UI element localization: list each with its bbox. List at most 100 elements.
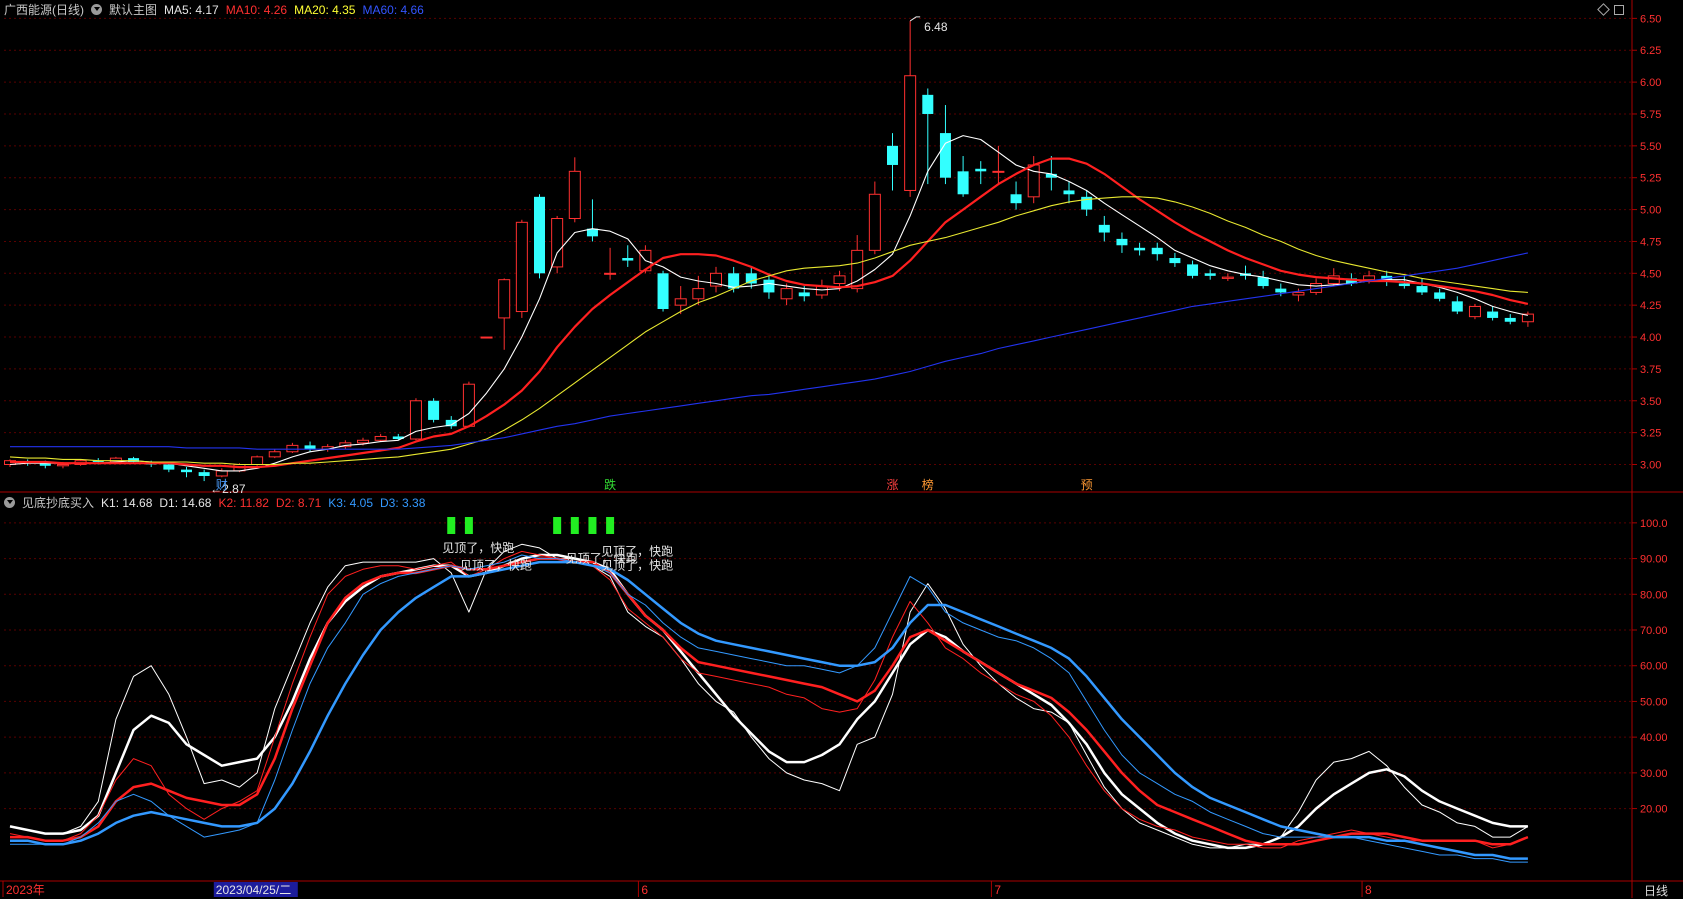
candle-body xyxy=(268,451,281,458)
candle-body xyxy=(1169,258,1181,264)
indicator-tick-label: 90.00 xyxy=(1640,554,1668,566)
event-marker: 榜 xyxy=(922,477,934,492)
period-button[interactable]: 日线 xyxy=(1644,882,1668,899)
indicator-dropdown-icon[interactable] xyxy=(4,497,15,508)
price-tick-label: 4.75 xyxy=(1640,236,1661,248)
candle xyxy=(1081,190,1093,216)
date-highlight-label: 2023/04/25/二 xyxy=(216,883,291,897)
stock-chart[interactable]: 6.50 6.25 6.00 5.75 5.50 5.25 5.00 4.75 4.50 4.25… xyxy=(0,0,1683,898)
stock-title[interactable]: 广西能源(日线) xyxy=(4,1,84,18)
indicator-line-k2 xyxy=(9,550,1529,849)
candle-body xyxy=(1416,286,1428,293)
candle-body xyxy=(674,298,687,306)
candle-body xyxy=(568,170,581,219)
sell-signal-bar xyxy=(588,517,597,534)
price-tick-label: 3.00 xyxy=(1640,460,1661,472)
d2-value: D2: 8.71 xyxy=(275,495,322,510)
indicator-tick-label: 70.00 xyxy=(1640,625,1668,637)
ma10-value: MA10: 4.26 xyxy=(225,2,288,17)
candle-body xyxy=(1292,291,1305,296)
candle xyxy=(1521,311,1534,327)
indicator-tick-label: 20.00 xyxy=(1640,804,1668,816)
ma5-value: MA5: 4.17 xyxy=(164,2,219,17)
price-tick-label: 6.50 xyxy=(1640,13,1661,25)
indicator-tick-label: 60.00 xyxy=(1640,661,1668,673)
indicator-tick-label: 80.00 xyxy=(1640,589,1668,601)
candle xyxy=(286,442,299,454)
candle xyxy=(1204,269,1216,280)
candle-body xyxy=(833,275,846,285)
sell-signal-bar xyxy=(464,517,473,534)
candle xyxy=(1487,306,1499,321)
price-tick-label: 3.50 xyxy=(1640,396,1661,408)
candle xyxy=(568,157,581,223)
candle-body xyxy=(868,193,881,251)
candle-body xyxy=(798,292,810,297)
candle xyxy=(480,336,493,339)
ma-line-ma10 xyxy=(10,157,1529,469)
price-tick-label: 5.75 xyxy=(1640,109,1661,121)
candle-body xyxy=(975,168,987,172)
ma20-value: MA20: 4.35 xyxy=(294,2,356,17)
high-price-pointer xyxy=(909,16,921,22)
d3-value: D3: 3.38 xyxy=(380,495,426,510)
sell-signal-bar xyxy=(553,517,562,534)
indicator-tick-label: 30.00 xyxy=(1640,768,1668,780)
sell-signal-bar xyxy=(447,517,456,534)
candle xyxy=(1240,265,1251,280)
candle-body xyxy=(286,444,299,453)
candle-body xyxy=(551,217,564,268)
candle xyxy=(181,467,192,478)
candle-body xyxy=(1187,264,1199,276)
k2-value: K2: 11.82 xyxy=(218,495,269,510)
candle xyxy=(1063,181,1075,204)
candle xyxy=(1010,181,1022,210)
candle xyxy=(922,88,934,185)
main-chart-header: 广西能源(日线) 默认主图 MA5: 4.17 MA10: 4.26 MA20:… xyxy=(4,1,424,18)
candle-body xyxy=(56,464,69,467)
x-axis-label: 7 xyxy=(994,883,1001,897)
candle-body xyxy=(1098,224,1110,233)
candle-body xyxy=(1204,273,1216,276)
candle-body xyxy=(198,472,210,476)
candle xyxy=(534,194,545,279)
price-tick-label: 3.25 xyxy=(1640,428,1661,440)
x-axis-label: 8 xyxy=(1365,883,1372,897)
candle xyxy=(975,161,987,185)
candle xyxy=(198,469,210,482)
candle xyxy=(604,247,617,280)
candle-body xyxy=(215,470,228,477)
window-icon[interactable] xyxy=(1614,5,1624,15)
indicator-tick-label: 100.0 xyxy=(1640,518,1668,530)
event-marker: 预 xyxy=(1081,478,1093,492)
candle-body xyxy=(692,288,705,300)
dropdown-circle-icon[interactable] xyxy=(91,4,102,15)
candle-body xyxy=(922,94,934,114)
price-tick-label: 4.25 xyxy=(1640,300,1661,312)
candle-body xyxy=(1468,305,1481,318)
candle xyxy=(409,398,422,441)
price-tick-label: 3.75 xyxy=(1640,364,1661,376)
candle xyxy=(268,449,281,459)
candle xyxy=(515,219,528,318)
price-tick-label: 4.00 xyxy=(1640,332,1661,344)
candle-body xyxy=(1063,190,1075,195)
d1-value: D1: 14.68 xyxy=(159,495,212,510)
candle-body xyxy=(1451,301,1463,312)
candle xyxy=(904,20,917,197)
candle-body xyxy=(1134,247,1146,251)
candle-body xyxy=(887,145,898,165)
main-chart-label[interactable]: 默认主图 xyxy=(109,1,157,18)
candle xyxy=(939,105,951,185)
candle xyxy=(622,245,634,267)
price-tick-label: 6.25 xyxy=(1640,45,1661,57)
k3-value: K3: 4.05 xyxy=(328,495,373,510)
candle-body xyxy=(1275,288,1287,293)
candle-body xyxy=(957,171,969,195)
candle-body xyxy=(480,336,493,339)
candle-body xyxy=(622,258,634,261)
indicator-title[interactable]: 见底抄底买入 xyxy=(22,494,94,511)
x-axis-label: 2023年 xyxy=(6,883,45,897)
candle-body xyxy=(1487,311,1499,318)
candle-body xyxy=(657,273,669,309)
